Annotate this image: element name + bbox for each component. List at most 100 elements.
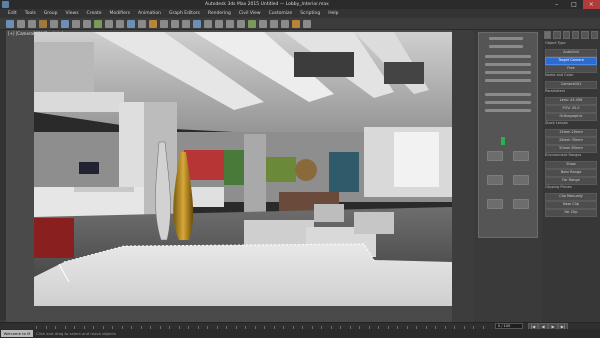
rollout-control[interactable]: 50mm 85mm: [545, 145, 597, 153]
toolbar-tool-icon[interactable]: [127, 20, 135, 28]
menu-item[interactable]: Create: [83, 9, 106, 18]
hierarchy-tab-icon[interactable]: [562, 31, 570, 39]
window-title: Autodesk 3ds Max 2015 Untitled — Lobby_I…: [205, 2, 329, 7]
window-controls: – □ ×: [548, 0, 600, 9]
toolbar-tool-icon[interactable]: [160, 20, 168, 28]
app-logo-icon[interactable]: [2, 1, 9, 8]
toolbar-tool-icon[interactable]: [138, 20, 146, 28]
toolbar-tool-icon[interactable]: [50, 20, 58, 28]
toolbar-tool-icon[interactable]: [72, 20, 80, 28]
menu-item[interactable]: Customize: [265, 9, 297, 18]
rollout-control[interactable]: Far Clip: [545, 209, 597, 217]
toolbar-tool-icon[interactable]: [226, 20, 234, 28]
toolbar-tool-icon[interactable]: [281, 20, 289, 28]
toolbar-tool-icon[interactable]: [61, 20, 69, 28]
rollout-header[interactable]: Stock Lenses: [545, 121, 595, 126]
toolbox-button[interactable]: [487, 151, 503, 161]
green-marker-icon: [501, 137, 505, 145]
rollout-header[interactable]: Name and Color: [545, 73, 595, 78]
rollout-control[interactable]: Lens: 43.456: [545, 97, 597, 105]
toolbar-tool-icon[interactable]: [303, 20, 311, 28]
motion-tab-icon[interactable]: [571, 31, 580, 39]
main-toolbar: [0, 18, 600, 30]
toolbox-label: [485, 63, 531, 66]
rollout-control[interactable]: Clip Manually: [545, 193, 597, 201]
toolbar-tool-icon[interactable]: [270, 20, 278, 28]
menu-item[interactable]: Tools: [21, 9, 40, 18]
rollout-control[interactable]: FOV: 45.0: [545, 105, 597, 113]
toolbar-tool-icon[interactable]: [248, 20, 256, 28]
lobby-scene-image: [34, 32, 452, 306]
toolbar-tool-icon[interactable]: [116, 20, 124, 28]
maxscript-listener[interactable]: Welcome to M: [1, 330, 33, 337]
rollout-control[interactable]: Target Camera: [545, 57, 597, 65]
camera-viewport-render[interactable]: [34, 32, 452, 306]
toolbox-label: [485, 101, 531, 104]
toolbar-tool-icon[interactable]: [28, 20, 36, 28]
rollout-control[interactable]: Show: [545, 161, 597, 169]
toolbar-tool-icon[interactable]: [259, 20, 267, 28]
toolbar-tool-icon[interactable]: [83, 20, 91, 28]
utilities-tab-icon[interactable]: [590, 31, 598, 39]
rollout-header[interactable]: Clipping Planes: [545, 185, 595, 190]
toolbox-label: [489, 45, 523, 48]
rollout-control[interactable]: AutoGrid: [545, 49, 597, 57]
toolbar-tool-icon[interactable]: [94, 20, 102, 28]
rollout-control[interactable]: Far Range: [545, 177, 597, 185]
toolbar-tool-icon[interactable]: [17, 20, 25, 28]
toolbox-button[interactable]: [513, 199, 529, 209]
rollout-control[interactable]: Camera001: [545, 81, 597, 89]
menu-item[interactable]: Scripting: [296, 9, 324, 18]
toolbar-tool-icon[interactable]: [215, 20, 223, 28]
menu-item[interactable]: Rendering: [204, 9, 235, 18]
toolbox-button[interactable]: [487, 199, 503, 209]
toolbar-tool-icon[interactable]: [292, 20, 300, 28]
menu-item[interactable]: Help: [324, 9, 342, 18]
rollout-header[interactable]: Object Type: [545, 41, 595, 46]
toolbar-tool-icon[interactable]: [193, 20, 201, 28]
rollout-header[interactable]: Environment Ranges: [545, 153, 595, 158]
rollout-control[interactable]: Near Range: [545, 169, 597, 177]
toolbar-tool-icon[interactable]: [6, 20, 14, 28]
toolbox-button[interactable]: [513, 151, 529, 161]
rollout-control[interactable]: Free: [545, 65, 597, 73]
toolbar-tool-icon[interactable]: [149, 20, 157, 28]
toolbar-tool-icon[interactable]: [204, 20, 212, 28]
menu-item[interactable]: Views: [62, 9, 83, 18]
viewport-side-band: [452, 30, 474, 322]
menu-item[interactable]: Civil View: [235, 9, 265, 18]
rollout-control[interactable]: Near Clip: [545, 201, 597, 209]
toolbox-label: [485, 79, 531, 82]
toolbox-label: [485, 93, 531, 96]
toolbox-button[interactable]: [513, 175, 529, 185]
toolbox-button[interactable]: [487, 175, 503, 185]
status-prompt: Click and drag to select and move object…: [36, 331, 116, 336]
minimize-icon[interactable]: –: [548, 0, 565, 9]
toolbar-tool-icon[interactable]: [171, 20, 179, 28]
rollout-header[interactable]: Parameters: [545, 89, 595, 94]
toolbox-label: [485, 109, 531, 112]
menu-item[interactable]: Edit: [4, 9, 21, 18]
toolbar-tool-icon[interactable]: [105, 20, 113, 28]
menu-item[interactable]: Modifiers: [106, 9, 135, 18]
menu-item[interactable]: Group: [40, 9, 62, 18]
rollout-control[interactable]: Orthographic: [545, 113, 597, 121]
display-tab-icon[interactable]: [581, 31, 589, 39]
toolbox-label: [485, 71, 531, 74]
menu-bar: Edit Tools Group Views Create Modifiers Animat…: [0, 9, 600, 18]
rollout-control[interactable]: 28mm 35mm: [545, 137, 597, 145]
toolbar-tool-icon[interactable]: [237, 20, 245, 28]
menu-item[interactable]: Animation: [134, 9, 165, 18]
toolbox-label: [489, 37, 523, 40]
create-tab-icon[interactable]: [544, 31, 552, 39]
close-icon[interactable]: ×: [582, 0, 600, 9]
menu-item[interactable]: Graph Editors: [165, 9, 204, 18]
modify-tab-icon[interactable]: [553, 31, 561, 39]
maximize-icon[interactable]: □: [565, 0, 582, 9]
toolbar-tool-icon[interactable]: [182, 20, 190, 28]
toolbar-tool-icon[interactable]: [39, 20, 47, 28]
command-panel-tabs: [544, 31, 598, 39]
floating-toolbox: [478, 32, 538, 238]
toolbox-label: [485, 55, 531, 58]
rollout-control[interactable]: 15mm 20mm: [545, 129, 597, 137]
